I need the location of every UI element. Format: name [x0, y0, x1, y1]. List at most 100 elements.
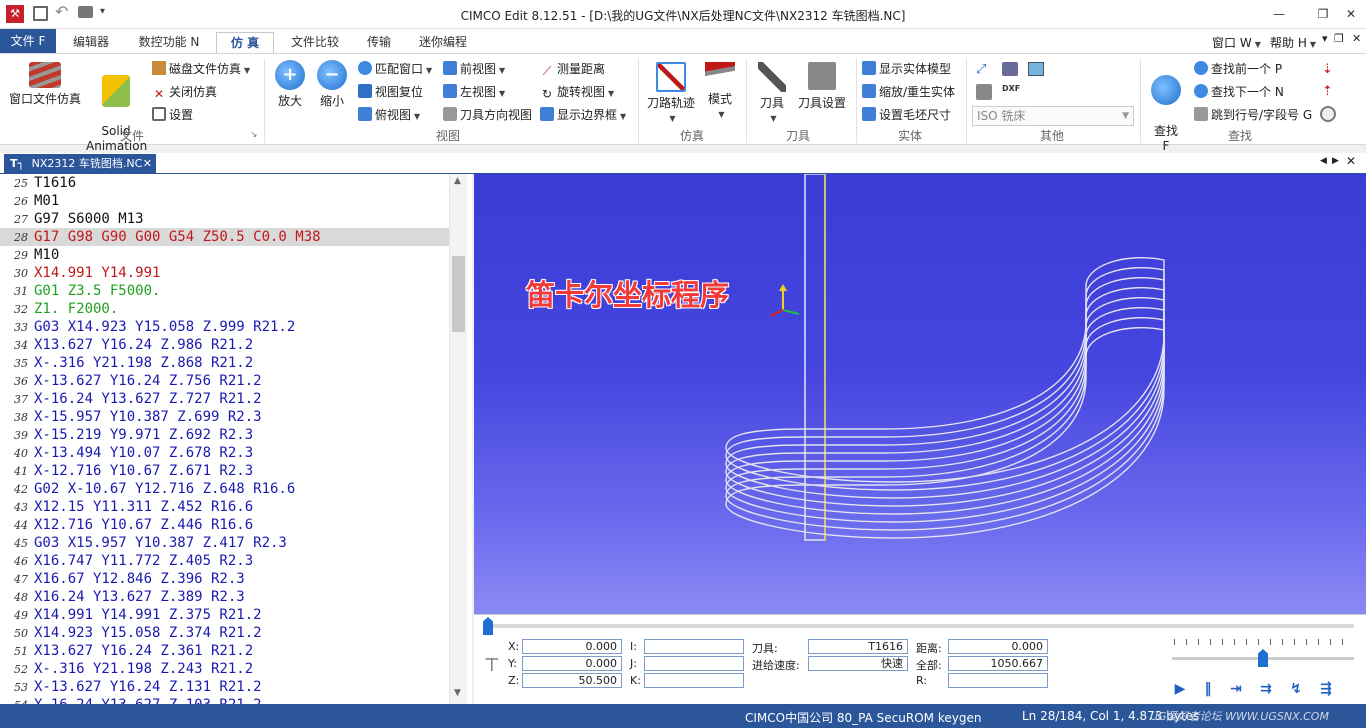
group-launcher-icon[interactable]: ↘ [250, 130, 258, 140]
code-line[interactable]: 42 G02 X-10.67 Y12.716 Z.648 R16.6 [0, 480, 449, 498]
tab-scroll-left-icon[interactable]: ◀ [1320, 156, 1327, 166]
mdi-close-icon[interactable]: ✕ [1352, 32, 1361, 45]
code-line[interactable]: 46 X16.747 Y11.772 Z.405 R2.3 [0, 552, 449, 570]
code-line[interactable]: 44 X12.716 Y10.67 Z.446 R16.6 [0, 516, 449, 534]
dxf-icon[interactable]: DXF [1002, 84, 1020, 93]
tab-mini-programming[interactable]: 迷你编程 [410, 32, 476, 53]
code-line[interactable]: 30 X14.991 Y14.991 [0, 264, 449, 282]
doc-tab-close-icon[interactable]: ✕ [143, 154, 152, 174]
ribbon-minimize-icon[interactable]: ▾ [1322, 32, 1328, 45]
code-line[interactable]: 49 X14.991 Y14.991 Z.375 R21.2 [0, 606, 449, 624]
front-view-button[interactable]: 前视图 ▼ [443, 60, 505, 78]
stl-icon[interactable] [976, 84, 992, 100]
code-line[interactable]: 38 X-15.957 Y10.387 Z.699 R2.3 [0, 408, 449, 426]
compass-icon[interactable] [1320, 106, 1336, 122]
code-line[interactable]: 27 G97 S6000 M13 [0, 210, 449, 228]
step-z-icon[interactable]: ↯ [1288, 681, 1304, 697]
bookmark-up-icon[interactable]: ⇡ [1322, 84, 1333, 99]
code-line[interactable]: 35 X-.316 Y21.198 Z.868 R21.2 [0, 354, 449, 372]
pause-icon[interactable]: ‖ [1200, 681, 1216, 697]
tool-direction-view-button[interactable]: 刀具方向视图 [443, 106, 532, 124]
fit-window-button[interactable]: 匹配窗口 ▼ [358, 60, 432, 78]
tab-close-all-icon[interactable]: ✕ [1346, 154, 1356, 168]
window-file-sim-button[interactable]: 窗口文件仿真 [6, 60, 84, 107]
tab-file-compare[interactable]: 文件比较 [282, 32, 348, 53]
code-line[interactable]: 47 X16.67 Y12.846 Z.396 R2.3 [0, 570, 449, 588]
disk-file-sim-button[interactable]: 磁盘文件仿真 ▼ [152, 60, 250, 78]
code-line[interactable]: 50 X14.923 Y15.058 Z.374 R21.2 [0, 624, 449, 642]
doc-tab[interactable]: T┐ NX2312 车铣图档.NC ✕ [4, 154, 156, 174]
show-solid-button[interactable]: 显示实体模型 [862, 60, 951, 78]
find-next-button[interactable]: 查找下一个 N [1194, 83, 1284, 101]
code-line[interactable]: 39 X-15.219 Y9.971 Z.692 R2.3 [0, 426, 449, 444]
code-line[interactable]: 32 Z1. F2000. [0, 300, 449, 318]
nc-code-editor[interactable]: 25 T1616 26 M01 27 G97 S6000 M13 28 G17 G98 G90… [0, 174, 472, 704]
tab-scroll-right-icon[interactable]: ▶ [1332, 156, 1339, 166]
restore-button[interactable]: ❐ [1306, 0, 1340, 29]
step-tool-icon[interactable]: ⇶ [1318, 681, 1334, 697]
code-line[interactable]: 25 T1616 [0, 174, 449, 192]
toolpath-button[interactable]: 刀路轨迹 ▼ [644, 60, 698, 126]
step-icon[interactable]: ⇥ [1228, 681, 1244, 697]
play-icon[interactable]: ▶ [1172, 681, 1188, 697]
code-line[interactable]: 26 M01 [0, 192, 449, 210]
run-to-cursor-icon[interactable]: ⇉ [1258, 681, 1274, 697]
fit-arrows-icon[interactable]: ⤢ [976, 62, 992, 78]
scroll-thumb[interactable] [452, 256, 465, 332]
tool-button[interactable]: 刀具 ▼ [752, 60, 792, 126]
code-line[interactable]: 48 X16.24 Y13.627 Z.389 R2.3 [0, 588, 449, 606]
mode-button[interactable]: 模式 ▼ [700, 60, 740, 122]
progress-thumb[interactable] [483, 617, 493, 635]
code-line[interactable]: 52 X-.316 Y21.198 Z.243 R21.2 [0, 660, 449, 678]
rotate-view-button[interactable]: ↻ 旋转视图 ▼ [540, 83, 614, 101]
zoom-regen-button[interactable]: 缩放/重生实体 [862, 83, 955, 101]
code-line[interactable]: 45 G03 X15.957 Y10.387 Z.417 R2.3 [0, 534, 449, 552]
left-view-button[interactable]: 左视图 ▼ [443, 83, 505, 101]
code-line[interactable]: 51 X13.627 Y16.24 Z.361 R21.2 [0, 642, 449, 660]
code-line[interactable]: 40 X-13.494 Y10.07 Z.678 R2.3 [0, 444, 449, 462]
help-menu[interactable]: 帮助 H ▼ [1270, 34, 1316, 51]
close-button[interactable]: ✕ [1336, 0, 1366, 29]
code-line[interactable]: 33 G03 X14.923 Y15.058 Z.999 R21.2 [0, 318, 449, 336]
code-line[interactable]: 28 G17 G98 G90 G00 G54 Z50.5 C0.0 M38 [0, 228, 449, 246]
tab-simulation[interactable]: 仿 真 [216, 32, 274, 53]
bookmark-down-icon[interactable]: ⇣ [1322, 62, 1333, 77]
code-line[interactable]: 29 M10 [0, 246, 449, 264]
code-line[interactable]: 37 X-16.24 Y13.627 Z.727 R21.2 [0, 390, 449, 408]
window-menu[interactable]: 窗口 W ▼ [1212, 34, 1261, 51]
code-line[interactable]: 31 G01 Z3.5 F5000. [0, 282, 449, 300]
code-line[interactable]: 36 X-13.627 Y16.24 Z.756 R21.2 [0, 372, 449, 390]
image-icon[interactable] [1028, 62, 1044, 76]
code-line[interactable]: 54X-16.24 Y13.627 Z.103 R21.2 [0, 696, 449, 704]
close-sim-button[interactable]: ✕ 关闭仿真 [152, 83, 217, 101]
simulation-viewport[interactable]: 笛卡尔坐标程序 [474, 174, 1366, 614]
editor-scrollbar[interactable]: ▲ ▼ [449, 174, 467, 704]
find-prev-button[interactable]: 查找前一个 P [1194, 60, 1282, 78]
goto-line-button[interactable]: 跳到行号/字段号 G [1194, 106, 1312, 124]
stock-size-button[interactable]: 设置毛坯尺寸 [862, 106, 951, 124]
show-bbox-button[interactable]: 显示边界框 ▼ [540, 106, 626, 124]
zoom-out-button[interactable]: − 缩小 [312, 60, 352, 109]
code-line[interactable]: 43 X12.15 Y11.311 Z.452 R16.6 [0, 498, 449, 516]
settings-button[interactable]: 设置 [152, 106, 193, 124]
view-reset-button[interactable]: 视图复位 [358, 83, 423, 101]
top-view-button[interactable]: 俯视图 ▼ [358, 106, 420, 124]
measure-distance-button[interactable]: ⟋ 测量距离 [540, 60, 605, 78]
speed-thumb[interactable] [1258, 649, 1268, 667]
mdi-restore-icon[interactable]: ❐ [1334, 32, 1344, 45]
tab-file[interactable]: 文件 F [0, 29, 56, 53]
zoom-in-button[interactable]: + 放大 [270, 60, 310, 109]
export-icon[interactable] [1002, 62, 1018, 76]
tab-editor[interactable]: 编辑器 [62, 32, 120, 53]
tool-setup-button[interactable]: 刀具设置 [794, 60, 850, 111]
tab-nc-functions[interactable]: 数控功能 N [130, 32, 208, 53]
machine-select[interactable]: ISO 铣床 ▼ [972, 106, 1134, 126]
code-line[interactable]: 41 X-12.716 Y10.67 Z.671 R2.3 [0, 462, 449, 480]
scroll-down-icon[interactable]: ▼ [454, 688, 461, 698]
tab-transfer[interactable]: 传输 [356, 32, 402, 53]
progress-track[interactable] [484, 624, 1354, 628]
code-line[interactable]: 53 X-13.627 Y16.24 Z.131 R21.2 [0, 678, 449, 696]
code-line[interactable]: 34 X13.627 Y16.24 Z.986 R21.2 [0, 336, 449, 354]
minimize-button[interactable]: — [1262, 0, 1296, 29]
scroll-up-icon[interactable]: ▲ [454, 176, 461, 186]
